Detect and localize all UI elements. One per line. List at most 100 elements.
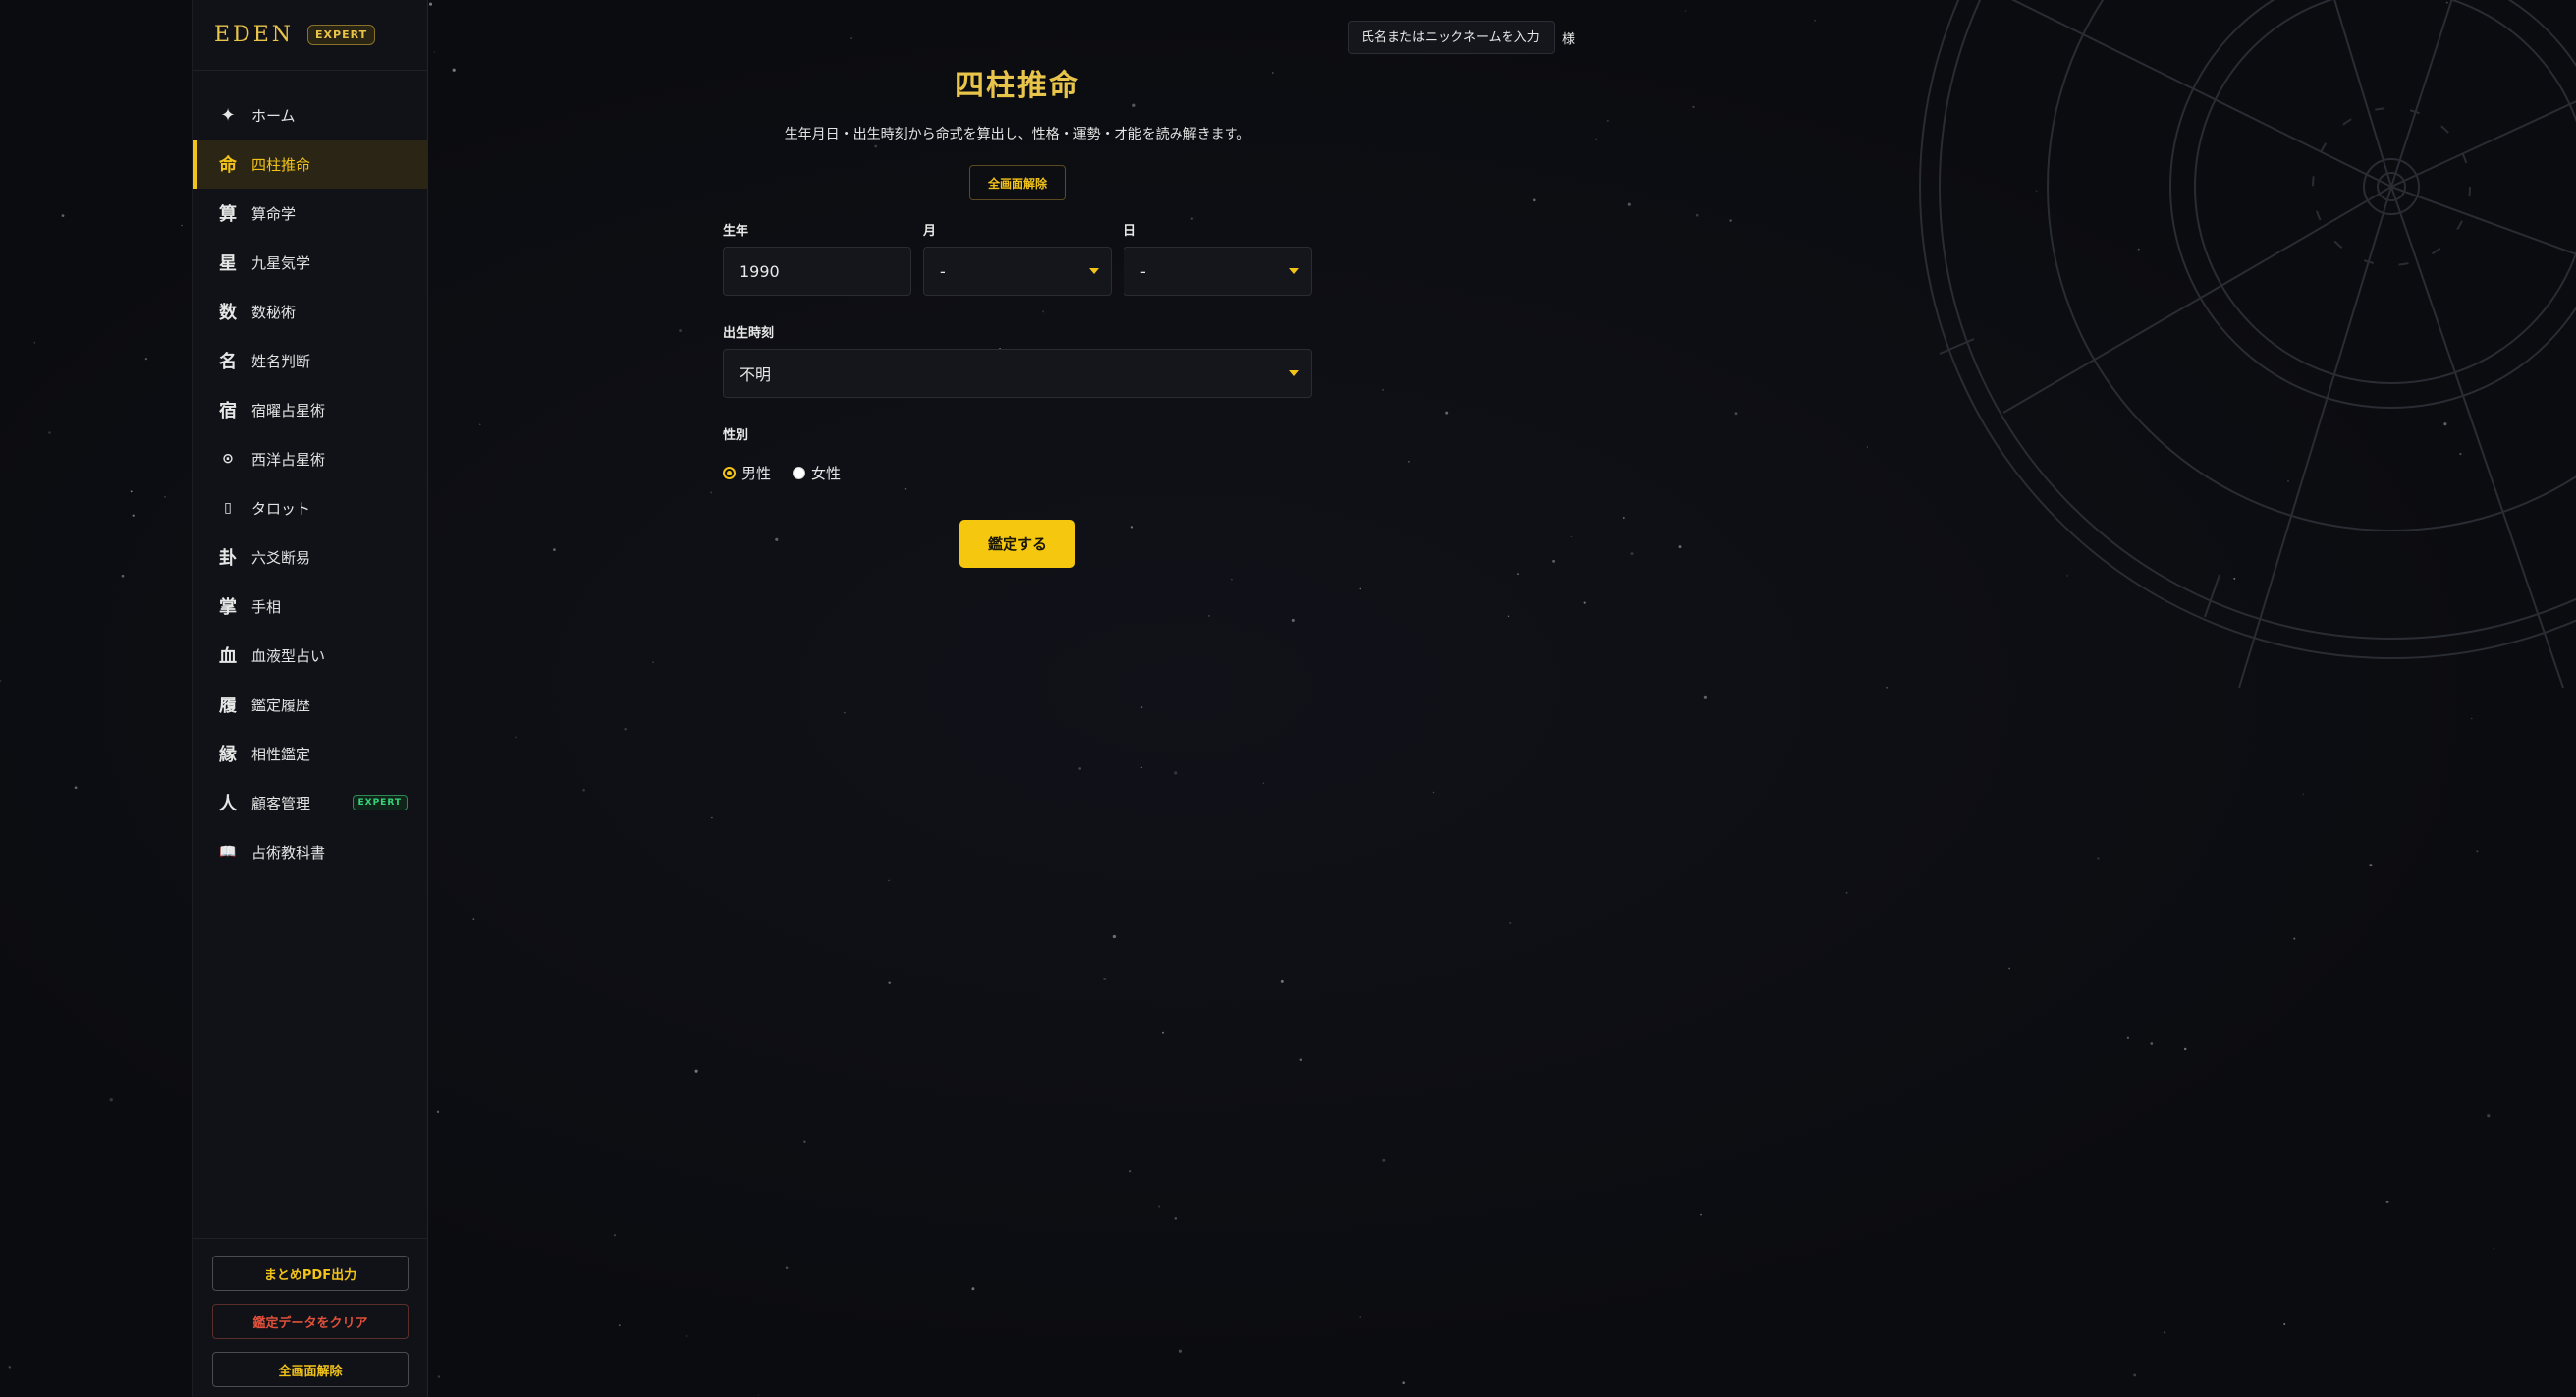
gender-male-label: 男性 — [741, 465, 772, 482]
birth-time-value: 不明 — [740, 365, 772, 384]
star-dot — [479, 423, 481, 425]
page-title: 四柱推命 — [955, 69, 1080, 103]
sidebar-item-0[interactable]: ✦ ホーム — [193, 90, 427, 140]
star-dot — [1359, 587, 1362, 590]
sidebar-item-label: 鑑定履歴 — [251, 696, 311, 714]
day-label: 日 — [1124, 224, 1137, 239]
day-select[interactable]: - — [1124, 247, 1312, 296]
star-dot — [121, 574, 125, 578]
star-dot — [1382, 388, 1385, 391]
star-dot — [1140, 766, 1142, 769]
star-dot — [1845, 892, 1848, 894]
star-dot — [2487, 1114, 2491, 1118]
sidebar-nav: ✦ ホーム命四柱推命算算命学星九星気学数数秘術名姓名判断宿宿曜占星術 ⊙ 西洋占星術 ▯… — [193, 90, 427, 876]
sidebar-item-9[interactable]: 卦六爻断易 — [193, 532, 427, 582]
year-input[interactable]: 1990 — [723, 247, 911, 296]
sidebar-item-7[interactable]: ⊙ 西洋占星術 — [193, 434, 427, 483]
clear-data-button[interactable]: 鑑定データをクリア — [212, 1304, 409, 1339]
star-dot — [1734, 412, 1738, 416]
star-dot — [61, 214, 65, 217]
sidebar-item-14[interactable]: 人顧客管理 EXPERT — [193, 778, 427, 827]
star-dot — [2097, 857, 2100, 860]
gender-female-label: 女性 — [811, 465, 842, 482]
star-dot — [1866, 446, 1869, 448]
exit-fullscreen-main-button[interactable]: 全画面解除 — [969, 165, 1066, 200]
sparkle-icon: ✦ — [220, 104, 236, 126]
star-dot — [1570, 535, 1573, 538]
star-dot — [1174, 771, 1178, 775]
star-dot — [1408, 461, 1410, 463]
divine-submit-button[interactable]: 鑑定する — [959, 520, 1075, 568]
star-dot — [2126, 1036, 2130, 1039]
birthdate-row: 生年 1990 月 - 日 - — [723, 220, 1312, 296]
brand: EDEN EXPERT — [193, 0, 427, 71]
star-dot — [2443, 422, 2447, 426]
astrology-wheel-decoration — [1919, 0, 2576, 689]
radio-unchecked-icon[interactable] — [793, 467, 806, 479]
star-dot — [652, 661, 654, 663]
star-dot — [1262, 782, 1265, 785]
sidebar-item-6[interactable]: 宿宿曜占星術 — [193, 385, 427, 434]
star-dot — [2476, 850, 2479, 853]
client-name-input[interactable] — [1348, 21, 1555, 54]
star-dot — [1622, 517, 1625, 519]
star-dot — [1299, 1058, 1303, 1061]
year-label: 生年 — [723, 224, 749, 239]
star-dot — [1129, 1170, 1132, 1173]
month-value: - — [940, 261, 946, 281]
star-dot — [109, 1098, 113, 1102]
kanji-kazu-icon: 数 — [219, 303, 237, 323]
star-dot — [1729, 219, 1732, 222]
sidebar-item-label: 相性鑑定 — [251, 745, 311, 763]
star-dot — [1703, 695, 1707, 698]
gender-female-radio[interactable]: 女性 — [793, 463, 841, 483]
sidebar-item-3[interactable]: 星九星気学 — [193, 238, 427, 287]
star-dot — [1291, 618, 1295, 622]
kanji-hoshi-icon: 星 — [219, 253, 237, 274]
sidebar-item-11[interactable]: 血血液型占い — [193, 631, 427, 680]
exit-fullscreen-button[interactable]: 全画面解除 — [212, 1352, 409, 1387]
star-dot — [711, 816, 713, 819]
star-dot — [971, 1287, 975, 1291]
sidebar-item-13[interactable]: 縁相性鑑定 — [193, 729, 427, 778]
star-dot — [2287, 480, 2289, 482]
star-dot — [785, 1266, 789, 1269]
chevron-down-icon — [1089, 268, 1099, 274]
sidebar-item-label: 四柱推命 — [251, 155, 311, 174]
brand-logo[interactable]: EDEN — [214, 23, 294, 47]
sidebar-item-2[interactable]: 算算命学 — [193, 189, 427, 238]
star-dot — [1700, 1213, 1702, 1216]
star-dot — [2137, 248, 2140, 251]
sidebar-item-4[interactable]: 数数秘術 — [193, 287, 427, 336]
sidebar-item-8[interactable]: ▯ タロット — [193, 483, 427, 532]
sidebar-item-15[interactable]: 📖 占術教科書 — [193, 827, 427, 876]
star-dot — [452, 68, 456, 72]
book-icon: 📖 — [219, 844, 237, 860]
export-pdf-button[interactable]: まとめPDF出力 — [212, 1256, 409, 1291]
kanji-reki-icon: 履 — [219, 696, 237, 716]
gender-male-radio[interactable]: 男性 — [723, 463, 771, 483]
sidebar-item-label: 顧客管理 — [251, 794, 311, 812]
star-dot — [757, 1394, 760, 1396]
sidebar-item-label: 西洋占星術 — [251, 450, 326, 469]
client-name-area: 様 — [1348, 21, 1575, 54]
star-dot — [436, 1110, 440, 1114]
sidebar-item-1[interactable]: 命四柱推命 — [193, 140, 427, 189]
star-dot — [1207, 614, 1210, 617]
birth-time-label: 出生時刻 — [723, 326, 775, 341]
sidebar-item-10[interactable]: 掌手相 — [193, 582, 427, 631]
star-dot — [1595, 138, 1597, 140]
star-dot — [8, 1366, 12, 1369]
star-dot — [1695, 213, 1699, 217]
page-description: 生年月日・出生時刻から命式を算出し、性格・運勢・才能を読み解きます。 — [784, 127, 1251, 142]
month-select[interactable]: - — [923, 247, 1112, 296]
birth-time-select[interactable]: 不明 — [723, 349, 1312, 398]
radio-checked-icon[interactable] — [723, 467, 736, 479]
star-dot — [0, 679, 2, 682]
star-dot — [710, 491, 713, 494]
sidebar-item-12[interactable]: 履鑑定履歴 — [193, 680, 427, 729]
star-dot — [2385, 1201, 2389, 1203]
chevron-down-icon — [1289, 370, 1299, 376]
sidebar-item-5[interactable]: 名姓名判断 — [193, 336, 427, 385]
sun-circle-icon: ⊙ — [222, 451, 234, 467]
